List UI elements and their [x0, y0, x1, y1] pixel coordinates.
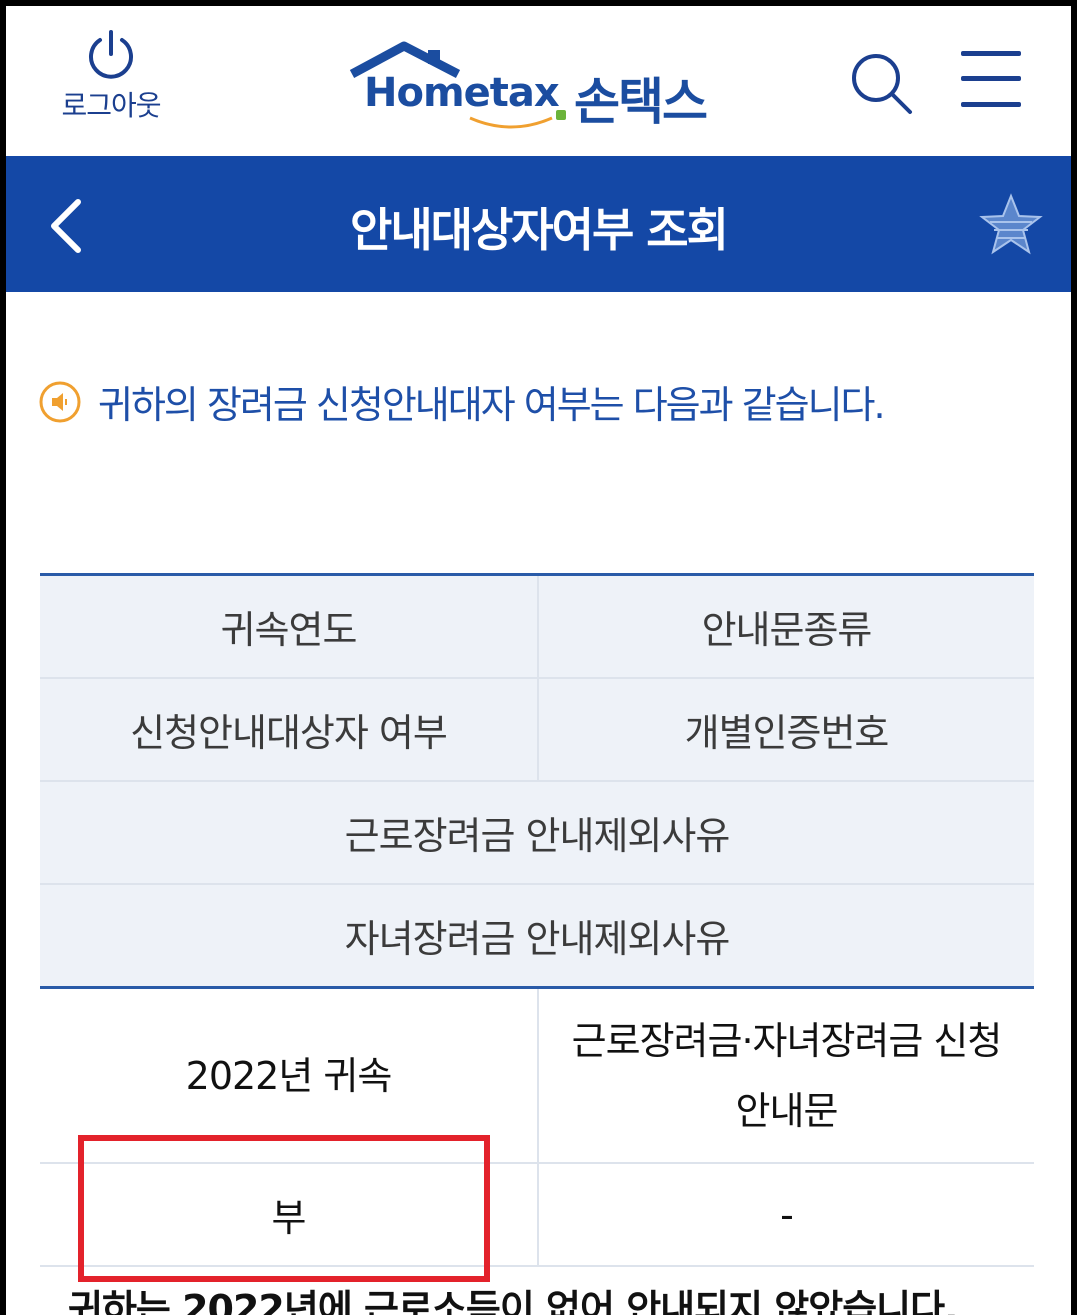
page-title: 안내대상자여부 조회	[350, 203, 729, 257]
table-header-row: 근로장려금 안내제외사유	[40, 782, 1034, 885]
header-child-exclusion: 자녀장려금 안내제외사유	[40, 885, 1034, 986]
hamburger-menu-icon	[961, 51, 1021, 56]
value-notice-type: 근로장려금·자녀장려금 신청안내문	[537, 989, 1034, 1162]
brand-dot	[556, 110, 566, 120]
footnote-text: 귀하는 2022년에 근로소득이 없어 안내되지 않았습니다.	[68, 1287, 959, 1315]
header-notice-type: 안내문종류	[537, 576, 1034, 677]
table-header-row: 신청안내대상자 여부 개별인증번호	[40, 679, 1034, 782]
header-earned-income-exclusion: 근로장려금 안내제외사유	[40, 782, 1034, 883]
notice-message: 귀하의 장려금 신청안내대자 여부는 다음과 같습니다.	[38, 374, 886, 429]
smile-swoosh	[469, 116, 553, 129]
star-icon	[979, 193, 1043, 255]
top-bar: 로그아웃 Hometax 손택스	[6, 6, 1071, 156]
notice-text: 귀하의 장려금 신청안내대자 여부는 다음과 같습니다.	[98, 383, 886, 427]
brand-korean: 손택스	[574, 73, 708, 131]
title-bar: 안내대상자여부 조회	[6, 156, 1071, 292]
favorite-button[interactable]	[978, 192, 1044, 262]
header-year: 귀속연도	[40, 576, 537, 677]
search-button[interactable]	[848, 50, 914, 120]
hometax-logo[interactable]: Hometax 손택스	[346, 36, 736, 131]
search-icon	[852, 54, 912, 114]
header-auth-number: 개별인증번호	[537, 679, 1034, 780]
power-icon	[89, 30, 133, 79]
value-auth-number: -	[537, 1164, 1034, 1265]
speaker-icon	[39, 381, 81, 422]
logout-label: 로그아웃	[61, 89, 161, 122]
brand-latin: Hometax	[364, 70, 560, 116]
logout-button[interactable]: 로그아웃	[46, 28, 176, 124]
hamburger-menu-button[interactable]	[961, 51, 1021, 107]
table-header-row: 귀속연도 안내문종류	[40, 576, 1034, 679]
hamburger-line	[961, 76, 1021, 81]
hamburger-line	[961, 102, 1021, 107]
table-header-row: 자녀장려금 안내제외사유	[40, 885, 1034, 986]
header-target-status: 신청안내대상자 여부	[40, 679, 537, 780]
highlight-box	[78, 1135, 490, 1282]
app-frame: 로그아웃 Hometax 손택스 안내대상자여부 조회 귀하의 장려금 신청안내…	[6, 6, 1071, 1315]
